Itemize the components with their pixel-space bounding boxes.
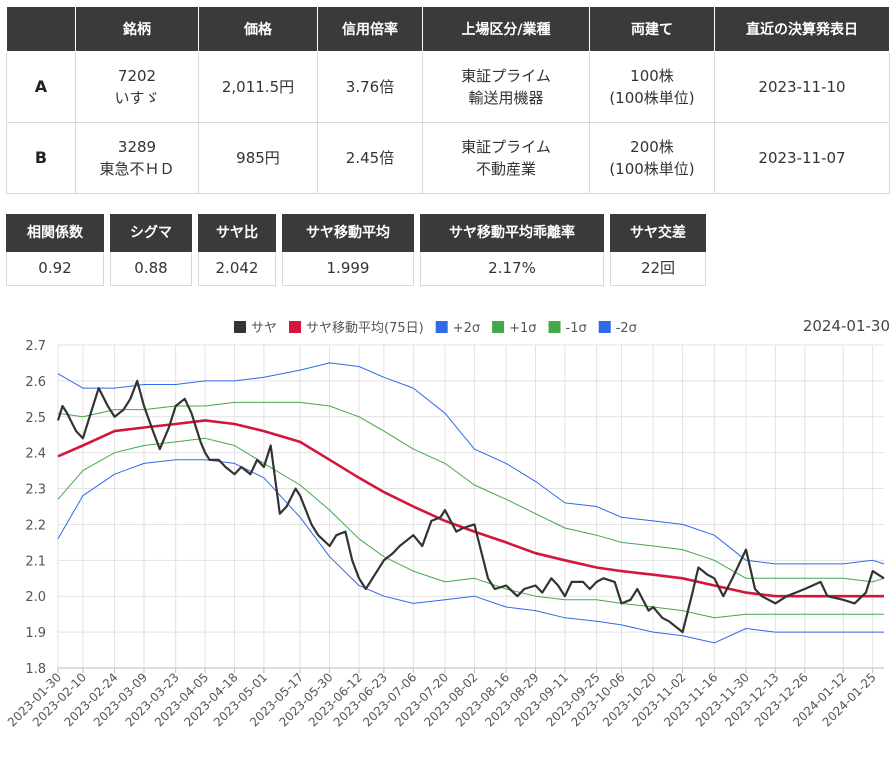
price-cell: 985円 [198, 122, 318, 194]
series-line-1 [57, 419, 884, 598]
stat-correlation: 相関係数 0.92 [6, 214, 104, 286]
table-row: B 3289 東急不ＨＤ 985円 2.45倍 東証プライム 不動産業 200株… [6, 122, 890, 194]
stock-cell: 7202 いすゞ [75, 51, 199, 123]
legend-label: サヤ移動平均(75日) [306, 321, 424, 336]
y-tick-label: 1.9 [25, 626, 46, 641]
stat-value: 0.88 [110, 252, 192, 286]
hedge-shares: 200株 [630, 138, 674, 156]
stat-label: 相関係数 [6, 214, 104, 252]
stat-label: シグマ [110, 214, 192, 252]
market-cell: 東証プライム 不動産業 [422, 122, 590, 194]
stat-value: 22回 [610, 252, 706, 286]
chart-legend: サヤ サヤ移動平均(75日) +2σ +1σ -1σ -2σ [234, 321, 637, 336]
market-name: 東証プライム [461, 138, 551, 156]
stat-label: サヤ移動平均乖離率 [420, 214, 604, 252]
header-code [6, 6, 76, 52]
y-tick-label: 2.0 [25, 590, 46, 605]
y-tick-label: 2.2 [25, 518, 46, 533]
hedge-unit: (100株単位) [609, 160, 695, 178]
stock-name: いすゞ [114, 89, 160, 107]
hedge-cell: 200株 (100株単位) [589, 122, 715, 194]
legend-swatch [598, 321, 611, 333]
stock-cell: 3289 東急不ＨＤ [75, 122, 199, 194]
legend-label: -1σ [566, 321, 587, 336]
chart-series [56, 362, 885, 644]
stat-value: 1.999 [282, 252, 414, 286]
chart-date-label: 2024-01-30 [803, 317, 890, 335]
header-earnings: 直近の決算発表日 [714, 6, 890, 52]
hedge-shares: 100株 [630, 67, 674, 85]
legend-swatch [435, 321, 448, 333]
earnings-cell: 2023-11-07 [714, 122, 890, 194]
y-tick-label: 2.5 [25, 411, 46, 426]
legend-label: サヤ [251, 321, 277, 336]
y-axis: 1.8 1.9 2.0 2.1 2.2 2.3 2.4 2.5 2.6 2.7 [25, 339, 46, 677]
margin-cell: 2.45倍 [317, 122, 423, 194]
header-stock: 銘柄 [75, 6, 199, 52]
legend-swatch [492, 321, 505, 333]
header-margin: 信用倍率 [317, 6, 423, 52]
series-line-4 [57, 437, 884, 619]
y-tick-label: 2.6 [25, 375, 46, 390]
industry-name: 輸送用機器 [468, 89, 544, 107]
legend-label: +1σ [509, 321, 536, 336]
stat-label: サヤ比 [198, 214, 276, 252]
stat-label: サヤ交差 [610, 214, 706, 252]
chart-grid [57, 344, 884, 673]
y-tick-label: 2.7 [25, 339, 46, 354]
spread-chart: 1.8 1.9 2.0 2.1 2.2 2.3 2.4 2.5 2.6 2.7 2023-01-3… [5, 317, 890, 729]
hedge-unit: (100株単位) [609, 89, 695, 107]
legend-swatch [234, 321, 246, 333]
hedge-cell: 100株 (100株単位) [589, 51, 715, 123]
header-market: 上場区分/業種 [422, 6, 590, 52]
y-tick-label: 2.4 [25, 447, 46, 462]
pair-table: 銘柄 価格 信用倍率 上場区分/業種 両建て 直近の決算発表日 A 7202 い… [6, 6, 890, 194]
y-tick-label: 2.3 [25, 483, 46, 498]
stat-sigma: シグマ 0.88 [110, 214, 192, 286]
market-cell: 東証プライム 輸送用機器 [422, 51, 590, 123]
series-line-3 [57, 401, 885, 583]
stat-deviation-rate: サヤ移動平均乖離率 2.17% [420, 214, 604, 286]
header-price: 価格 [198, 6, 318, 52]
legend-swatch [289, 321, 302, 333]
stock-ticker: 3289 [117, 138, 157, 156]
legend-label: -2σ [616, 321, 637, 336]
stat-value: 0.92 [6, 252, 104, 286]
legend-swatch [548, 321, 561, 333]
stat-value: 2.17% [420, 252, 604, 286]
series-line-0 [56, 379, 885, 634]
stock-ticker: 7202 [117, 67, 157, 85]
industry-name: 不動産業 [475, 160, 536, 178]
stat-label: サヤ移動平均 [282, 214, 414, 252]
stock-name: 東急不ＨＤ [99, 160, 175, 178]
stat-moving-average: サヤ移動平均 1.999 [282, 214, 414, 286]
series-line-2 [57, 362, 885, 565]
y-tick-label: 1.8 [25, 662, 46, 677]
stat-value: 2.042 [198, 252, 276, 286]
table-row: A 7202 いすゞ 2,011.5円 3.76倍 東証プライム 輸送用機器 1… [6, 51, 890, 123]
margin-cell: 3.76倍 [317, 51, 423, 123]
stat-crossings: サヤ交差 22回 [610, 214, 706, 286]
pair-table-header: 銘柄 価格 信用倍率 上場区分/業種 両建て 直近の決算発表日 [6, 6, 890, 52]
stat-ratio: サヤ比 2.042 [198, 214, 276, 286]
series-line-5 [57, 459, 884, 644]
header-hedge: 両建て [589, 6, 715, 52]
earnings-cell: 2023-11-10 [714, 51, 890, 123]
row-code: A [6, 51, 76, 123]
row-code: B [6, 122, 76, 194]
x-axis: 2023-01-302023-02-102023-02-242023-03-09… [5, 670, 879, 729]
legend-label: +2σ [453, 321, 480, 336]
price-cell: 2,011.5円 [198, 51, 318, 123]
market-name: 東証プライム [461, 67, 551, 85]
y-tick-label: 2.1 [25, 554, 46, 569]
